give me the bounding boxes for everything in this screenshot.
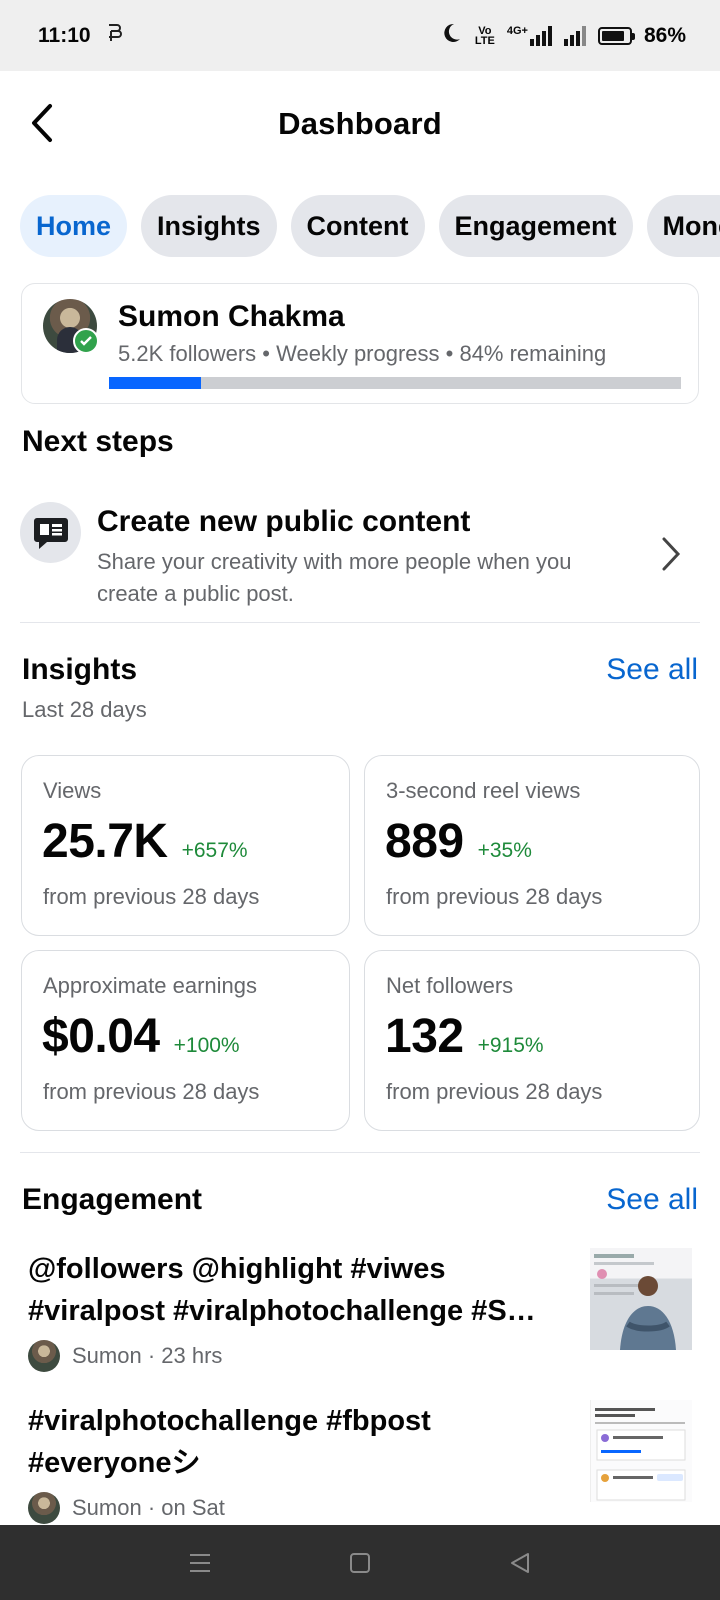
triangle-back-icon — [511, 1552, 529, 1573]
metric-card-views[interactable]: Views 25.7K +657% from previous 28 days — [21, 755, 350, 936]
chevron-right-icon — [656, 534, 686, 574]
metric-value: 889 — [385, 815, 464, 868]
profile-subtitle: 5.2K followers • Weekly progress • 84% r… — [118, 341, 607, 366]
metric-card-earnings[interactable]: Approximate earnings $0.04 +100% from pre… — [21, 950, 350, 1131]
menu-icon — [190, 1553, 210, 1572]
insights-title: Insights — [22, 653, 138, 686]
app-header: Dashboard — [0, 71, 720, 176]
post-thumbnail — [590, 1400, 692, 1502]
weekly-progress-bar — [109, 377, 681, 389]
tab-home[interactable]: Home — [20, 195, 128, 257]
metric-value: $0.04 — [42, 1010, 160, 1063]
metric-value: 132 — [385, 1010, 464, 1063]
weekly-progress-fill — [109, 377, 201, 389]
post-meta: Sumon · 23 hrs — [28, 1340, 222, 1372]
metric-change: +100% — [173, 1034, 240, 1057]
post-caption: @followers @highlight #viwes #viralpost … — [28, 1253, 536, 1327]
post-caption: #viralphotochallenge #fbpost #everyoneシ — [28, 1405, 431, 1479]
tab-monetization[interactable]: Mone — [646, 195, 720, 257]
status-bar: 11:10 Vo LTE 4G+ 86% — [0, 0, 720, 71]
step-title: Create new public content — [97, 505, 471, 538]
square-icon — [350, 1552, 370, 1573]
battery-percent: 86% — [643, 23, 686, 47]
tab-engagement[interactable]: Engagement — [438, 195, 633, 257]
volte-indicator: Vo LTE — [474, 24, 495, 47]
metric-label: Views — [43, 778, 102, 803]
recent-apps-button[interactable] — [180, 1543, 220, 1583]
back-button[interactable] — [22, 101, 62, 145]
tab-content[interactable]: Content — [290, 195, 425, 257]
metric-change: +35% — [477, 839, 532, 862]
cell-signal-1-icon: 4G+ — [507, 25, 552, 46]
metric-footnote: from previous 28 days — [43, 884, 260, 909]
insights-period: Last 28 days — [22, 697, 147, 722]
avatar — [28, 1340, 60, 1372]
notification-icon — [105, 22, 123, 50]
back-arrow-icon — [32, 104, 52, 142]
home-button[interactable] — [340, 1543, 380, 1583]
divider — [20, 622, 700, 623]
engagement-see-all-link[interactable]: See all — [606, 1183, 698, 1217]
step-description: Share your creativity with more people w… — [97, 549, 572, 606]
engagement-title: Engagement — [22, 1183, 203, 1216]
post-meta: Sumon · on Sat — [28, 1492, 225, 1524]
post-thumbnail — [590, 1248, 692, 1350]
system-navigation-bar — [0, 1525, 720, 1600]
metric-value: 25.7K — [42, 815, 168, 868]
metric-change: +657% — [181, 839, 248, 862]
cell-signal-2-icon — [563, 25, 586, 46]
post-message-icon — [20, 502, 81, 563]
tab-bar: Home Insights Content Engagement Mone — [20, 195, 720, 257]
metric-footnote: from previous 28 days — [386, 884, 603, 909]
next-steps-title: Next steps — [22, 425, 174, 458]
page-title: Dashboard — [278, 105, 442, 141]
divider — [20, 1152, 700, 1153]
do-not-disturb-icon — [439, 21, 463, 51]
profile-card[interactable]: Sumon Chakma 5.2K followers • Weekly pro… — [21, 283, 699, 404]
verified-check-icon — [73, 328, 99, 354]
system-back-button[interactable] — [500, 1543, 540, 1583]
metric-label: 3-second reel views — [386, 778, 581, 803]
insights-see-all-link[interactable]: See all — [606, 653, 698, 687]
metric-card-reel-views[interactable]: 3-second reel views 889 +35% from previou… — [364, 755, 700, 936]
create-content-step[interactable]: Create new public content Share your cre… — [20, 500, 700, 608]
metric-label: Net followers — [386, 973, 514, 998]
battery-icon — [597, 26, 635, 45]
avatar — [28, 1492, 60, 1524]
metric-change: +915% — [477, 1034, 544, 1057]
profile-name: Sumon Chakma — [118, 300, 345, 333]
metric-label: Approximate earnings — [43, 973, 258, 998]
tab-insights[interactable]: Insights — [141, 195, 277, 257]
engagement-post[interactable]: @followers @highlight #viwes #viralpost … — [28, 1248, 692, 1378]
status-time: 11:10 — [38, 23, 91, 47]
metric-footnote: from previous 28 days — [386, 1079, 603, 1104]
metric-card-net-followers[interactable]: Net followers 132 +915% from previous 28 … — [364, 950, 700, 1131]
metric-footnote: from previous 28 days — [43, 1079, 260, 1104]
engagement-post[interactable]: #viralphotochallenge #fbpost #everyoneシ … — [28, 1400, 692, 1525]
